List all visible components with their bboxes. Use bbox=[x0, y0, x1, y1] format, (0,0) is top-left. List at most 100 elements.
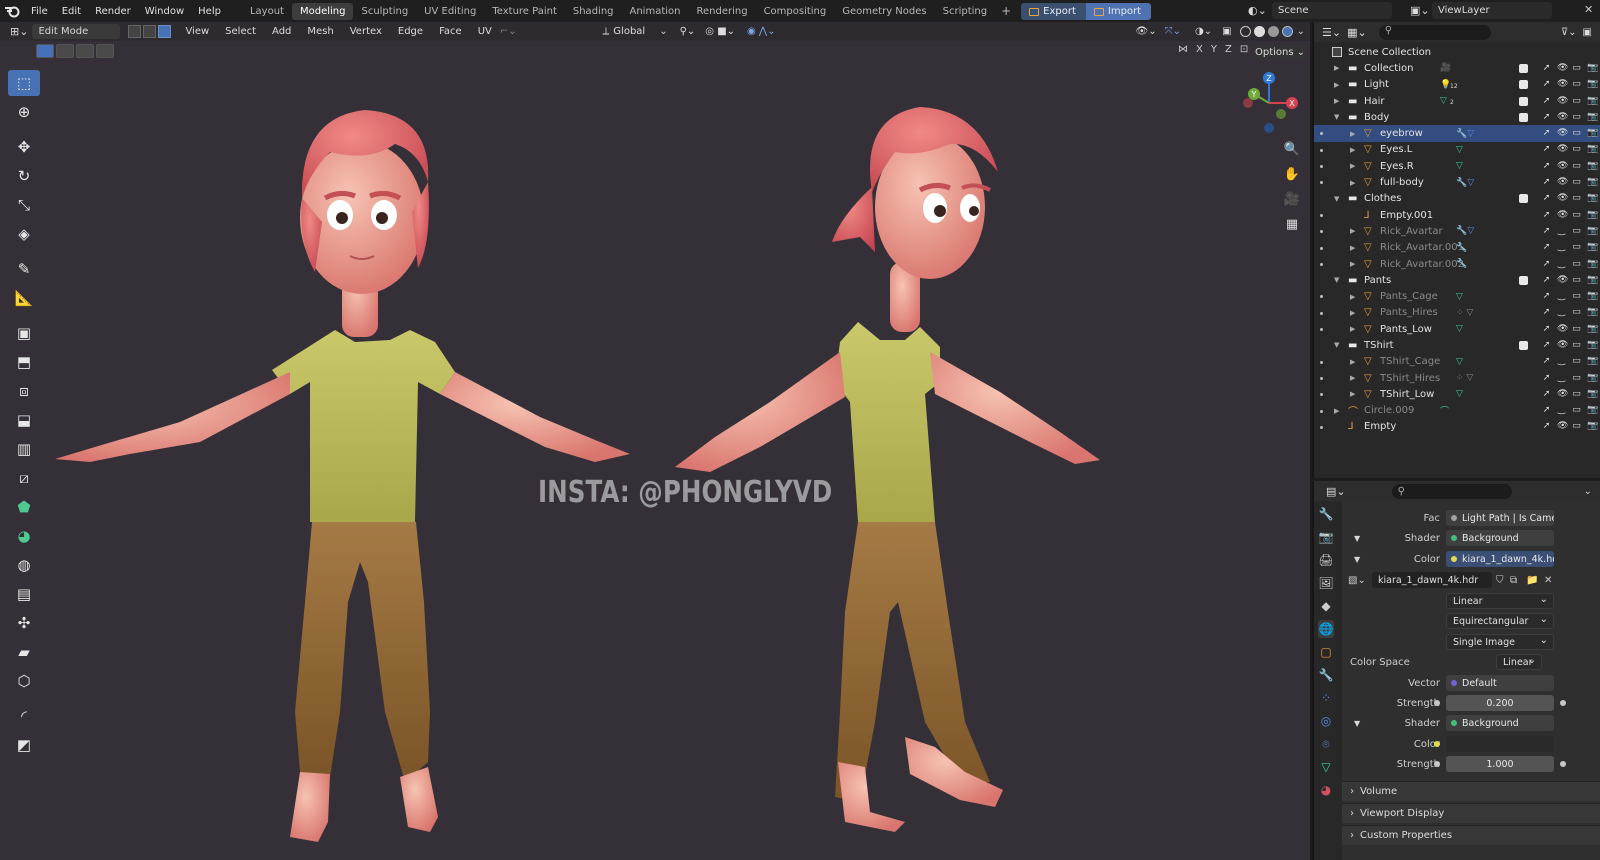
select-toggle-icon[interactable]: ➚ bbox=[1542, 340, 1551, 350]
export-button[interactable]: Export bbox=[1021, 2, 1086, 20]
tab-geometry-nodes[interactable]: Geometry Nodes bbox=[834, 3, 934, 20]
render-toggle-icon[interactable]: 📷 bbox=[1587, 389, 1598, 399]
particles-tab-icon[interactable]: ⁘ bbox=[1318, 689, 1334, 707]
collection-checkbox[interactable] bbox=[1519, 340, 1528, 350]
outliner-editor-icon[interactable]: ☰⌄ bbox=[1322, 26, 1341, 39]
select-toggle-icon[interactable]: ➚ bbox=[1542, 145, 1551, 154]
data-tab-icon[interactable]: ▽ bbox=[1318, 758, 1334, 776]
options-button[interactable]: Options ⌄ bbox=[1254, 45, 1306, 60]
strength1-field[interactable]: 0.200 bbox=[1446, 695, 1554, 711]
collection-checkbox[interactable] bbox=[1519, 96, 1528, 106]
axis-z-toggle[interactable]: Z bbox=[1222, 44, 1235, 55]
eye-open-icon[interactable]: 👁 bbox=[1557, 161, 1568, 171]
eye-open-icon[interactable]: 👁 bbox=[1557, 96, 1568, 106]
select-toggle-icon[interactable]: ➚ bbox=[1542, 406, 1551, 415]
shader2-expand-icon[interactable]: ▼ bbox=[1354, 719, 1360, 728]
strength1-keyframe-dot[interactable] bbox=[1560, 700, 1566, 706]
view-layer-tab-icon[interactable]: 🖼 bbox=[1318, 574, 1334, 592]
modifier-icon[interactable]: 🔧 bbox=[1456, 259, 1467, 269]
overlay-toggle-icon[interactable]: ◑⌄ bbox=[1195, 26, 1212, 37]
outliner-row[interactable]: ▶ ▽ Rick_Avartar.002 🔧 ➚ ‿ ▭ 📷 bbox=[1314, 256, 1600, 272]
outliner-row[interactable]: ▼ ▬ Pants ➚ 👁 ▭ 📷 bbox=[1314, 272, 1600, 288]
close-view-layer-icon[interactable]: ✕ bbox=[1584, 3, 1593, 16]
chevron-right-icon[interactable]: ▶ bbox=[1350, 374, 1355, 382]
chevron-right-icon[interactable]: ▶ bbox=[1350, 146, 1355, 154]
duplicate-image-icon[interactable]: ⧉ bbox=[1510, 575, 1517, 586]
outliner-row[interactable]: ▶ ▽ Eyes.R ▽ ➚ 👁 ▭ 📷 bbox=[1314, 158, 1600, 174]
render-toggle-icon[interactable]: 📷 bbox=[1587, 96, 1598, 106]
outliner-row[interactable]: ▼ ▬ Clothes ➚ 👁 ▭ 📷 bbox=[1314, 191, 1600, 207]
transform-icon[interactable]: ◈ bbox=[8, 221, 40, 247]
output-tab-icon[interactable]: 🖨 bbox=[1318, 551, 1334, 569]
select-new-icon[interactable] bbox=[36, 44, 54, 58]
eye-open-icon[interactable]: 👁 bbox=[1557, 129, 1568, 138]
rip-region-icon[interactable]: ◜ bbox=[8, 703, 40, 729]
select-toggle-icon[interactable]: ➚ bbox=[1542, 178, 1551, 187]
tab-layout[interactable]: Layout bbox=[242, 3, 292, 20]
eye-open-icon[interactable]: 👁 bbox=[1557, 112, 1568, 122]
mesh-data-icon[interactable]: ▽ bbox=[1456, 357, 1463, 367]
chevron-down-icon[interactable]: ▼ bbox=[1334, 341, 1339, 349]
menu-uv[interactable]: UV bbox=[470, 26, 500, 37]
blender-logo-icon[interactable] bbox=[0, 0, 24, 22]
select-toggle-icon[interactable]: ➚ bbox=[1542, 161, 1551, 171]
chevron-right-icon[interactable]: ▶ bbox=[1334, 81, 1339, 89]
axis-y-toggle[interactable]: Y bbox=[1208, 44, 1220, 55]
eye-open-icon[interactable]: 👁 bbox=[1557, 389, 1568, 399]
custom-properties-panel-header[interactable]: › Custom Properties bbox=[1342, 825, 1600, 845]
tab-compositing[interactable]: Compositing bbox=[756, 3, 835, 20]
camera-icon[interactable]: 🎥 bbox=[1440, 63, 1451, 73]
outliner-row[interactable]: ▶ ▽ TShirt_Low ▽ ➚ 👁 ▭ 📷 bbox=[1314, 386, 1600, 402]
xray-icon[interactable]: ▣ bbox=[1222, 26, 1231, 37]
filter-icon[interactable]: ⊽⌄ bbox=[1561, 27, 1577, 38]
render-toggle-icon[interactable]: 📷 bbox=[1587, 112, 1598, 122]
select-box-icon[interactable]: ⬚ bbox=[8, 69, 40, 96]
chevron-right-icon[interactable]: ▶ bbox=[1350, 260, 1355, 268]
measure-icon[interactable]: 📐 bbox=[8, 285, 40, 311]
eye-closed-icon[interactable]: ‿ bbox=[1557, 406, 1566, 415]
object-tab-icon[interactable]: ▢ bbox=[1318, 643, 1334, 661]
menu-add[interactable]: Add bbox=[264, 26, 299, 37]
collection-checkbox[interactable] bbox=[1519, 112, 1528, 122]
outliner-row[interactable]: ▶ ▽ Eyes.L ▽ ➚ 👁 ▭ 📷 bbox=[1314, 142, 1600, 158]
particles-mesh-icon[interactable]: ⁘ ▽ bbox=[1456, 308, 1473, 318]
shrink-fatten-icon[interactable]: ✣ bbox=[8, 610, 40, 636]
tool-tab-icon[interactable]: 🔧 bbox=[1318, 505, 1334, 523]
spin-icon[interactable]: ◕ bbox=[8, 523, 40, 549]
volume-panel-header[interactable]: › Volume bbox=[1342, 781, 1600, 801]
modifier-tab-icon[interactable]: 🔧 bbox=[1318, 666, 1334, 684]
render-toggle-icon[interactable]: 📷 bbox=[1587, 422, 1598, 431]
mesh-data-icon[interactable]: ▽ bbox=[1456, 292, 1463, 302]
menu-select[interactable]: Select bbox=[217, 26, 264, 37]
strength2-field[interactable]: 1.000 bbox=[1446, 756, 1554, 772]
chevron-right-icon[interactable]: ▶ bbox=[1350, 293, 1355, 301]
render-toggle-icon[interactable]: 📷 bbox=[1587, 63, 1598, 73]
orientation-icon[interactable]: ⟂ bbox=[603, 26, 610, 37]
eye-closed-icon[interactable]: ‿ bbox=[1557, 292, 1566, 301]
gizmo-toggle-icon[interactable]: ⤧⌄ bbox=[1165, 26, 1181, 37]
viewport-toggle-icon[interactable]: ▭ bbox=[1572, 226, 1581, 236]
outliner-row[interactable]: ▶ ▬ Collection 🎥 ➚ 👁 ▭ 📷 bbox=[1314, 60, 1600, 76]
modifier-mesh-icon[interactable]: 🔧▽ bbox=[1456, 226, 1474, 236]
eye-open-icon[interactable]: 👁 bbox=[1557, 145, 1568, 154]
menu-view[interactable]: View bbox=[177, 26, 217, 37]
select-toggle-icon[interactable]: ➚ bbox=[1542, 80, 1551, 89]
properties-search-input[interactable]: ⚲ bbox=[1391, 483, 1512, 499]
fac-field[interactable]: Light Path | Is Camer... bbox=[1446, 510, 1554, 526]
view-layer-selector[interactable]: ViewLayer bbox=[1432, 2, 1552, 19]
knife-icon[interactable]: ⧄ bbox=[8, 465, 40, 491]
render-toggle-icon[interactable]: 📷 bbox=[1587, 308, 1598, 317]
orientation-dropdown-icon[interactable]: ⌄ bbox=[659, 26, 667, 37]
3d-viewport[interactable] bbox=[0, 22, 1310, 860]
interpolation-dropdown[interactable]: Linear bbox=[1446, 593, 1554, 609]
eye-open-icon[interactable]: 👁 bbox=[1557, 340, 1568, 350]
outliner-row[interactable]: ▶ ▽ full-body 🔧▽ ➚ 👁 ▭ 📷 bbox=[1314, 174, 1600, 190]
select-toggle-icon[interactable]: ➚ bbox=[1542, 357, 1551, 366]
unlink-image-icon[interactable]: ✕ bbox=[1544, 575, 1552, 586]
image-name-field[interactable]: kiara_1_dawn_4k.hdr bbox=[1372, 572, 1492, 588]
scene-selector[interactable]: Scene bbox=[1272, 2, 1392, 19]
tab-modeling[interactable]: Modeling bbox=[291, 2, 354, 20]
viewport-display-panel-header[interactable]: › Viewport Display bbox=[1342, 803, 1600, 823]
ortho-grid-icon[interactable]: ▦ bbox=[1280, 213, 1304, 235]
eye-closed-icon[interactable]: ‿ bbox=[1557, 357, 1566, 366]
